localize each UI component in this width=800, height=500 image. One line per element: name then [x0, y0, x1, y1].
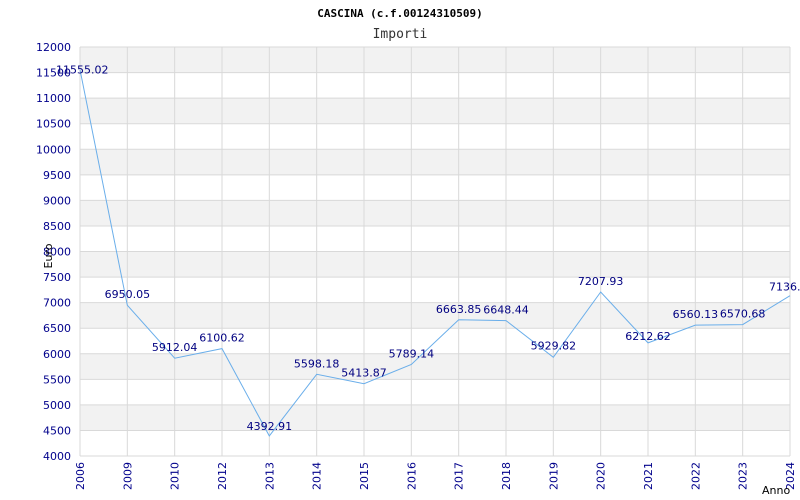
data-label: 6663.85	[436, 303, 482, 316]
data-label: 11555.02	[56, 64, 109, 77]
x-tick-label: 2006	[74, 462, 87, 490]
grid-band	[80, 251, 790, 278]
y-tick-label: 4500	[43, 424, 71, 437]
y-tick-label: 5000	[43, 399, 71, 412]
data-label: 5413.87	[341, 367, 387, 380]
data-label: 5598.18	[294, 357, 340, 370]
x-tick-label: 2012	[216, 462, 229, 490]
x-axis-ticks: 2006 2009 2010 2012 2013 2014 2015 2016 2017 2018…	[74, 462, 797, 490]
y-tick-label: 10500	[36, 118, 71, 131]
chart-title: CASCINA (c.f.00124310509)	[317, 7, 483, 20]
x-tick-label: 2022	[689, 462, 702, 490]
plot-bands	[80, 47, 790, 431]
x-tick-label: 2014	[311, 462, 324, 490]
y-tick-label: 9500	[43, 169, 71, 182]
data-label: 6212.62	[625, 330, 671, 343]
y-tick-label: 8500	[43, 220, 71, 233]
data-label: 5912.04	[152, 341, 198, 354]
y-tick-label: 10000	[36, 143, 71, 156]
y-tick-label: 5500	[43, 373, 71, 386]
y-tick-label: 7500	[43, 271, 71, 284]
data-label: 6560.13	[673, 308, 719, 321]
y-tick-label: 6500	[43, 322, 71, 335]
x-tick-label: 2010	[169, 462, 182, 490]
data-label: 6648.44	[483, 304, 529, 317]
x-tick-label: 2009	[121, 462, 134, 490]
y-axis-label: Euro	[42, 243, 55, 268]
x-tick-label: 2015	[358, 462, 371, 490]
x-tick-label: 2023	[737, 462, 750, 490]
data-label: 6100.62	[199, 332, 245, 345]
data-label: 6570.68	[720, 308, 766, 321]
y-tick-label: 9000	[43, 194, 71, 207]
x-tick-label: 2017	[453, 462, 466, 490]
data-label: 7207.93	[578, 275, 624, 288]
x-tick-label: 2021	[642, 462, 655, 490]
grid-band	[80, 353, 790, 380]
data-label: 6950.05	[105, 288, 151, 301]
y-tick-label: 4000	[43, 450, 71, 463]
line-chart: CASCINA (c.f.00124310509) Importi 4000 45…	[36, 7, 800, 497]
x-tick-label: 2020	[595, 462, 608, 490]
data-label: 5789.14	[389, 348, 435, 361]
grid-band	[80, 404, 790, 431]
grid-band	[80, 47, 790, 73]
grid-band	[80, 200, 790, 226]
y-tick-label: 6000	[43, 348, 71, 361]
x-axis-label: Anno	[762, 484, 790, 497]
x-tick-label: 2018	[500, 462, 513, 490]
data-label: 7136.4	[769, 281, 800, 294]
x-tick-label: 2019	[547, 462, 560, 490]
data-label: 4392.91	[247, 420, 293, 433]
y-tick-label: 7000	[43, 297, 71, 310]
data-label: 5929.82	[531, 339, 577, 352]
x-tick-label: 2013	[263, 462, 276, 490]
grid-band	[80, 98, 790, 124]
chart-subtitle: Importi	[373, 27, 428, 42]
x-tick-label: 2016	[405, 462, 418, 490]
y-tick-label: 11000	[36, 92, 71, 105]
grid-band	[80, 149, 790, 175]
y-tick-label: 12000	[36, 41, 71, 54]
